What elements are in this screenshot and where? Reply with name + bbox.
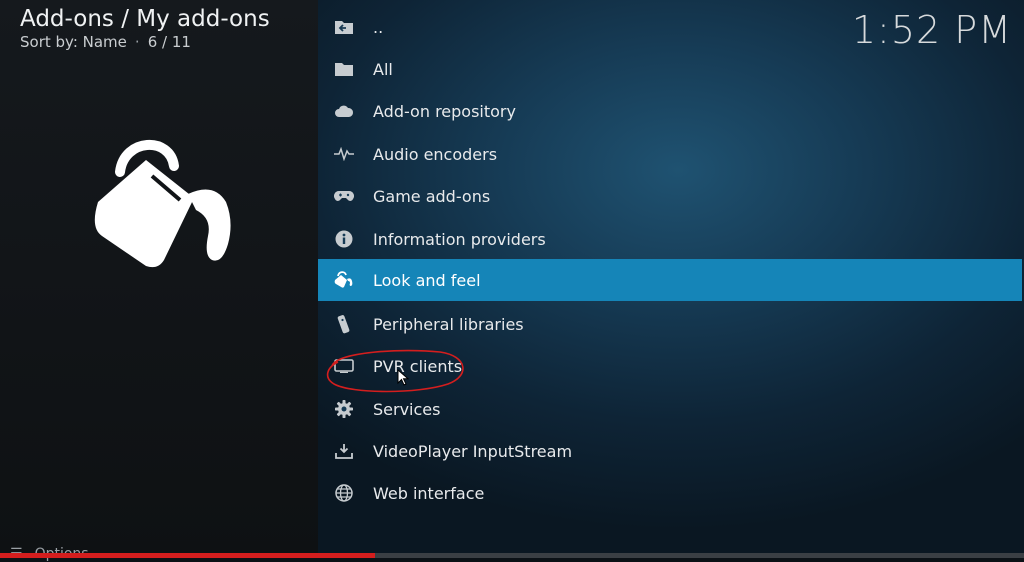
list-item-information-providers[interactable]: Information providers: [318, 218, 1022, 260]
sort-label[interactable]: Sort by: Name: [20, 33, 127, 51]
waveform-icon: [334, 144, 354, 164]
list-item-services[interactable]: Services: [318, 388, 1022, 430]
remote-icon: [334, 314, 354, 334]
list-item-label: PVR clients: [373, 356, 463, 376]
list-item-label: Game add-ons: [373, 186, 491, 206]
globe-icon: [334, 483, 354, 503]
list-item-label: All: [373, 59, 393, 79]
list-item-game-addons[interactable]: Game add-ons: [318, 175, 1022, 217]
mouse-cursor-icon: [397, 369, 409, 386]
list-item-label: Audio encoders: [373, 144, 498, 164]
cloud-icon: [334, 101, 354, 121]
info-icon: [334, 229, 354, 249]
list-item-label: Peripheral libraries: [373, 314, 524, 334]
gear-icon: [334, 399, 354, 419]
paint-bucket-icon: [94, 139, 231, 268]
folder-icon: [334, 59, 354, 79]
list-item-pvr-clients[interactable]: PVR clients: [318, 345, 1022, 387]
video-progress-bar[interactable]: [0, 553, 1024, 558]
item-position: 6 / 11: [147, 33, 191, 51]
left-pane: Add-ons / My add-ons Sort by: Name · 6 / 1…: [0, 0, 318, 558]
list-item-all[interactable]: All: [318, 48, 1022, 90]
list-item-label: Information providers: [373, 229, 546, 249]
sort-info: Sort by: Name · 6 / 11: [20, 33, 191, 51]
list-item-label: Web interface: [373, 483, 485, 503]
tv-icon: [334, 356, 354, 376]
list-item-videoplayer-inputstream[interactable]: VideoPlayer InputStream: [318, 430, 1022, 472]
list-item-web-interface[interactable]: Web interface: [318, 472, 1022, 514]
download-tray-icon: [334, 441, 354, 461]
list-item-label: Add-on repository: [373, 101, 516, 121]
separator: ·: [134, 33, 140, 51]
list-item-parent[interactable]: ..: [318, 6, 1022, 48]
list-item-label: VideoPlayer InputStream: [373, 441, 573, 461]
list-item-label: ..: [373, 17, 384, 37]
list-item-peripheral-libraries[interactable]: Peripheral libraries: [318, 303, 1022, 345]
gamepad-icon: [334, 186, 354, 206]
page-title: Add-ons / My add-ons: [20, 6, 270, 32]
list-item-label: Services: [373, 399, 441, 419]
list-item-addon-repository[interactable]: Add-on repository: [318, 90, 1022, 132]
paint-bucket-icon: [334, 270, 354, 290]
list-item-label: Look and feel: [373, 270, 481, 290]
list-item-audio-encoders[interactable]: Audio encoders: [318, 133, 1022, 175]
back-folder-icon: [334, 17, 354, 37]
video-progress-fill: [0, 553, 375, 558]
list-item-look-and-feel[interactable]: Look and feel: [318, 259, 1022, 301]
